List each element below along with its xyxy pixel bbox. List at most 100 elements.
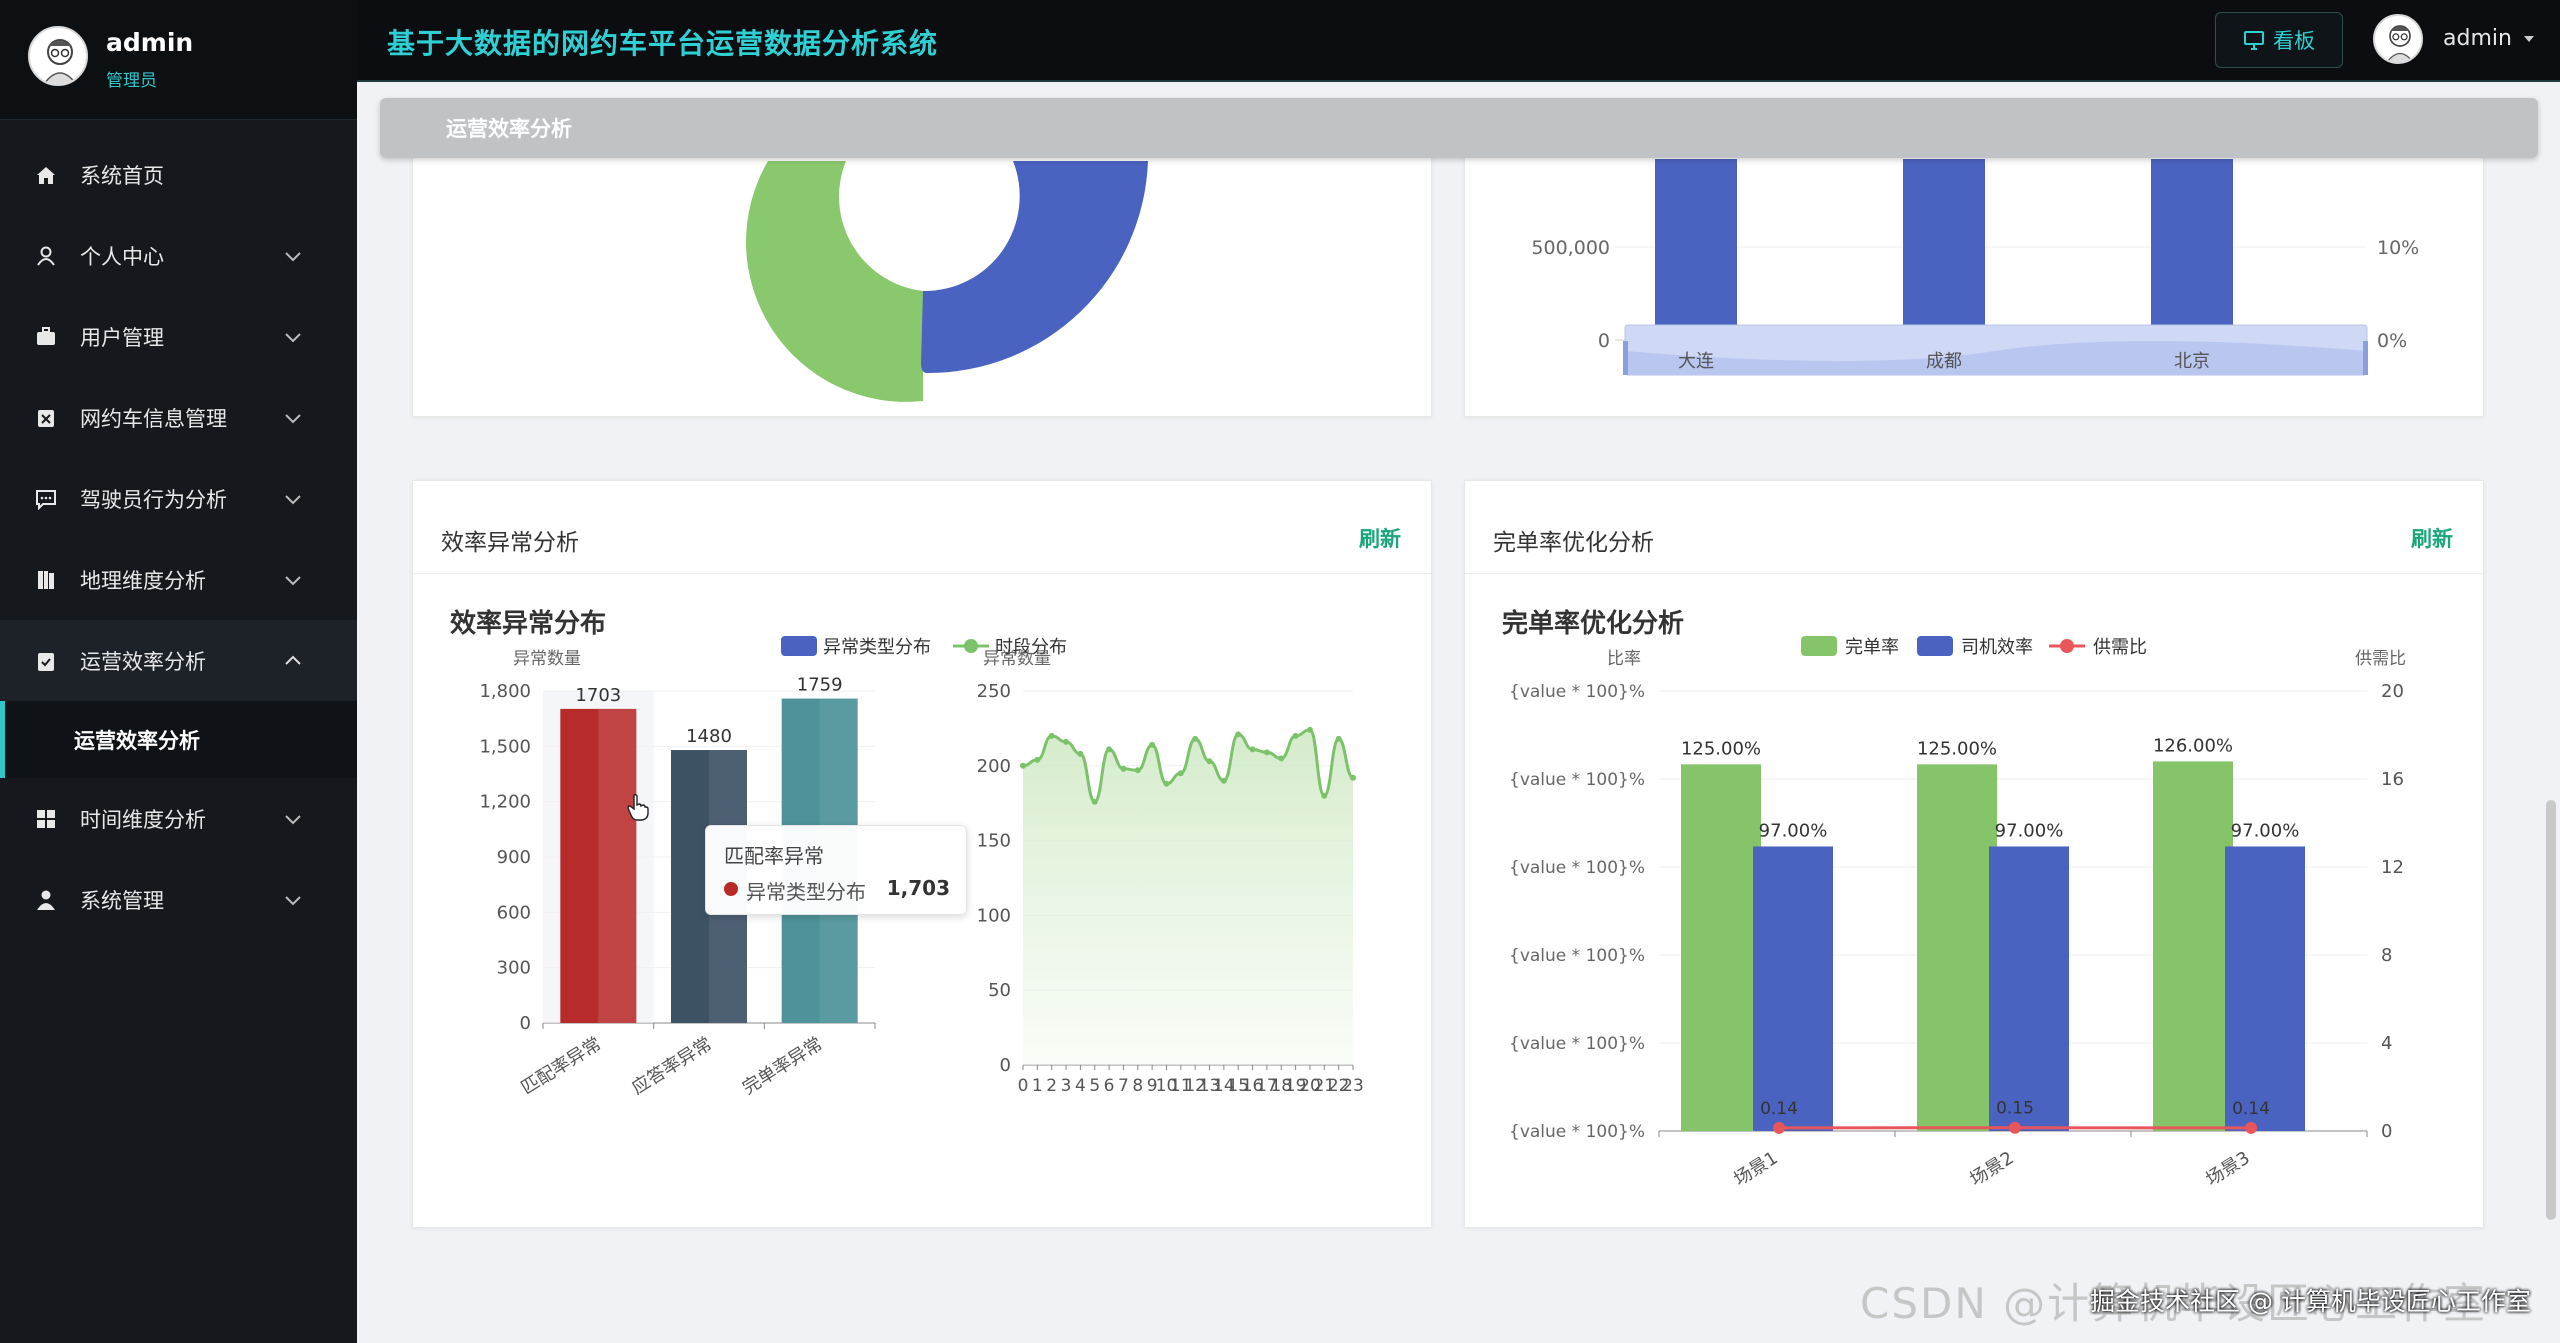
chat-icon (34, 487, 58, 511)
grid-icon (34, 807, 58, 831)
legend-label: 供需比 (2093, 637, 2147, 658)
data-point (1206, 758, 1213, 765)
chevron-down-icon (285, 896, 301, 906)
x-tick: 北京 (2174, 351, 2210, 372)
y-tick: {value * 100}% (1509, 770, 1645, 790)
legend-swatch (1917, 636, 1953, 656)
panel-completion-optimization: 完单率优化分析 刷新 完单率优化分析 完单率 司机效率 供需比 比率 供需比 {va… (1464, 480, 2484, 1228)
data-point (1350, 774, 1356, 781)
y-tick: 0 (1000, 1055, 1011, 1076)
data-point (1220, 777, 1227, 784)
data-label: 97.00% (1759, 820, 1828, 841)
y2-axis-label: 供需比 (2355, 649, 2406, 669)
sidebar-item-label: 运营效率分析 (74, 728, 200, 753)
donut-slice-green (746, 161, 923, 402)
hand-cursor-icon (627, 793, 649, 821)
header-avatar[interactable] (2373, 14, 2423, 64)
sidebar-item-label: 用户管理 (80, 325, 164, 350)
data-label: 0.14 (2232, 1099, 2270, 1119)
sidebar-item-driver-behavior[interactable]: 驾驶员行为分析 (0, 458, 357, 539)
watermark-juejin: 掘金技术社区 @ 计算机毕设匠心工作室 (2090, 1287, 2531, 1316)
chevron-down-icon (285, 333, 301, 343)
chevron-down-icon (285, 495, 301, 505)
sidebar-item-label: 网约车信息管理 (80, 406, 227, 431)
chart-tooltip: 匹配率异常 异常类型分布 1,703 (705, 825, 967, 915)
sidebar-item-time[interactable]: 时间维度分析 (0, 778, 357, 859)
sidebar-item-label: 地理维度分析 (80, 568, 206, 593)
data-label: 0.14 (1760, 1099, 1798, 1119)
header-user-menu[interactable]: admin (2443, 26, 2536, 51)
page-scrollbar[interactable] (2546, 800, 2556, 1220)
sidebar-item-home[interactable]: 系统首页 (0, 134, 357, 215)
x-tick: 8 (1132, 1076, 1143, 1096)
x-tick: 1 (1032, 1076, 1043, 1096)
breadcrumb: 运营效率分析 (380, 98, 2538, 158)
app-title: 基于大数据的网约车平台运营数据分析系统 (387, 27, 939, 60)
sidebar-user-card: admin 管理员 (0, 0, 357, 120)
x-tick: 23 (1342, 1076, 1364, 1096)
sidebar-item-ops-efficiency[interactable]: 运营效率分析 (0, 620, 357, 701)
panel-efficiency-anomaly: 效率异常分析 刷新 效率异常分布 异常类型分布 时段分布 异常数量 0 300 600… (412, 480, 1432, 1228)
data-label: 1759 (797, 675, 843, 696)
y2-tick: 12 (2381, 857, 2404, 878)
bar (1989, 846, 2069, 1131)
data-point (1120, 765, 1127, 772)
y-axis-label: 异常数量 (983, 649, 1051, 669)
y2-tick: 8 (2381, 945, 2392, 966)
y-axis-label: 比率 (1607, 649, 1641, 669)
data-point (1263, 749, 1270, 756)
x-tick: 场景1 (1730, 1147, 1781, 1190)
legend-swatch (781, 636, 817, 656)
data-point (1306, 726, 1313, 733)
user-icon (34, 244, 58, 268)
bar (1917, 764, 1997, 1131)
y-tick: 1,500 (479, 736, 531, 757)
data-point (1063, 738, 1070, 745)
sidebar-item-geo[interactable]: 地理维度分析 (0, 539, 357, 620)
data-label: 125.00% (1917, 738, 1997, 759)
x-tick: 场景3 (2202, 1147, 2253, 1190)
data-point (1163, 780, 1170, 787)
data-point (1335, 735, 1342, 742)
bar (2225, 846, 2305, 1131)
clipboard-icon (34, 649, 58, 673)
x-tick: 应答率异常 (628, 1033, 715, 1099)
y2-tick: 4 (2381, 1033, 2392, 1054)
bar (1753, 846, 1833, 1131)
sidebar-item-personal[interactable]: 个人中心 (0, 215, 357, 296)
x-tick: 2 (1046, 1076, 1057, 1096)
sidebar-item-label: 系统首页 (80, 163, 164, 188)
tooltip-series: 异常类型分布 (746, 880, 866, 904)
data-point (1278, 755, 1285, 762)
legend-swatch (964, 639, 978, 653)
x-tick: 匹配率异常 (518, 1033, 605, 1099)
data-point (1077, 750, 1084, 757)
y-tick: 100 (977, 905, 1011, 926)
legend-swatch (2060, 639, 2074, 653)
datazoom-handle-right (2363, 341, 2368, 375)
board-button[interactable]: 看板 (2215, 12, 2343, 68)
data-label: 1703 (575, 685, 621, 706)
sidebar-item-system[interactable]: 系统管理 (0, 859, 357, 940)
y-tick: {value * 100}% (1509, 1034, 1645, 1054)
person-icon (34, 888, 58, 912)
avatar[interactable] (28, 26, 88, 86)
x-tick: 3 (1061, 1076, 1072, 1096)
bar-highlight (598, 708, 637, 1023)
sidebar-item-car-info[interactable]: 网约车信息管理 (0, 377, 357, 458)
x-tick: 大连 (1678, 351, 1714, 372)
sidebar-item-users[interactable]: 用户管理 (0, 296, 357, 377)
data-label: 97.00% (2231, 820, 2300, 841)
y-tick: {value * 100}% (1509, 946, 1645, 966)
donut-slice-blue (921, 161, 1148, 374)
bar (2153, 761, 2233, 1131)
chevron-down-icon (285, 252, 301, 262)
data-label: 1480 (686, 726, 732, 747)
sidebar-subitem-ops-efficiency[interactable]: 运营效率分析 (0, 701, 357, 778)
data-point (1134, 767, 1141, 774)
y-tick: {value * 100}% (1509, 1122, 1645, 1142)
data-point (1149, 741, 1156, 748)
y-tick: {value * 100}% (1509, 858, 1645, 878)
book-icon (34, 568, 58, 592)
y-tick: 250 (977, 681, 1011, 702)
